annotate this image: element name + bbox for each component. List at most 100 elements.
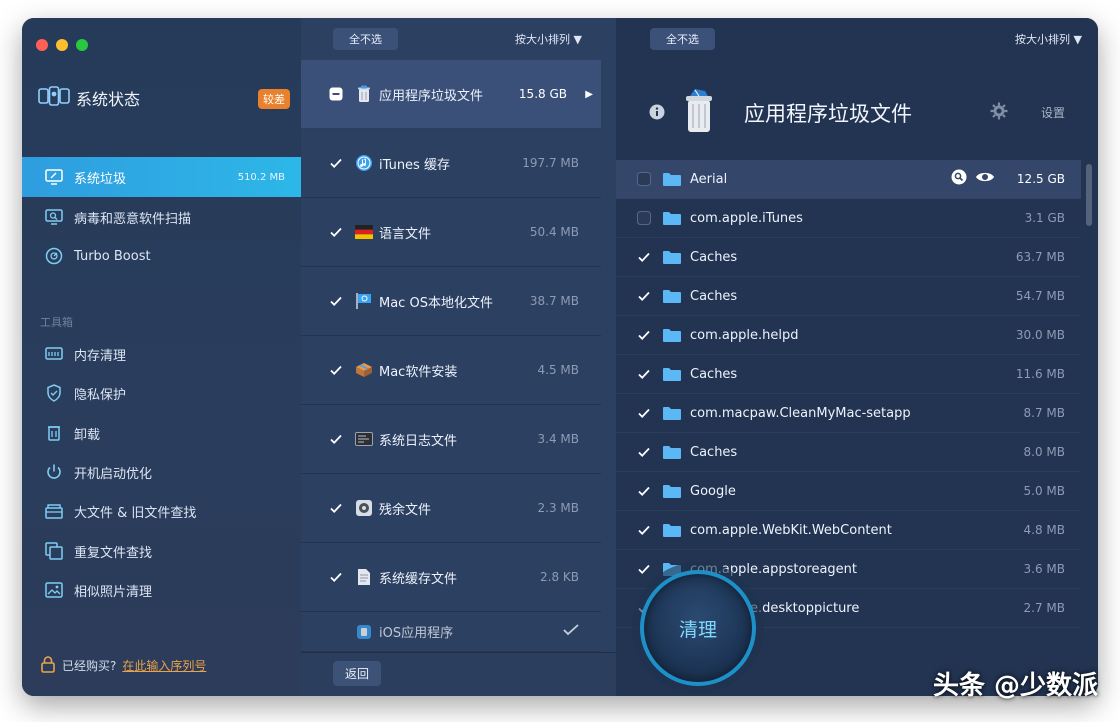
- file-row[interactable]: Google 5.0 MB: [616, 472, 1081, 511]
- category-size: 50.4 MB: [529, 225, 579, 239]
- settings-link[interactable]: 设置: [1041, 104, 1065, 121]
- deselect-all-button[interactable]: 全不选: [333, 28, 398, 50]
- sidebar-item-malware-scan[interactable]: 病毒和恶意软件扫描: [22, 197, 301, 237]
- file-size: 3.1 GB: [1024, 211, 1065, 225]
- close-window-button[interactable]: [36, 39, 48, 51]
- junk-size: 510.2 MB: [237, 171, 285, 183]
- shield-icon: [44, 383, 64, 403]
- file-row[interactable]: com.macpaw.CleanMyMac-setapp 8.7 MB: [616, 394, 1081, 433]
- app-window: 系统状态 较差 系统垃圾 510.2 MB 病毒和恶意软件扫描 Turbo Bo…: [22, 18, 1098, 696]
- category-size: 2.3 MB: [537, 501, 579, 515]
- file-cabinet-icon: [44, 501, 64, 521]
- magnifier-icon[interactable]: [951, 169, 967, 189]
- category-row[interactable]: iTunes 缓存 197.7 MB: [301, 129, 601, 198]
- file-row[interactable]: com.apple.WebKit.WebContent 4.8 MB: [616, 511, 1081, 550]
- file-name: Google: [690, 483, 736, 499]
- category-row[interactable]: 语言文件 50.4 MB: [301, 198, 601, 267]
- checkbox[interactable]: [329, 432, 343, 446]
- deselect-all-button[interactable]: 全不选: [650, 28, 715, 50]
- detail-header: 应用程序垃圾文件 设置: [616, 78, 1098, 148]
- eye-icon[interactable]: [975, 170, 995, 188]
- malware-scan-icon: [44, 207, 64, 227]
- category-size: 2.8 KB: [540, 570, 579, 584]
- sidebar-item-large-old-files[interactable]: 大文件 & 旧文件查找: [22, 491, 301, 531]
- file-name: Caches: [690, 444, 738, 460]
- file-name: com.macpaw.CleanMyMac-setapp: [690, 405, 911, 421]
- sidebar-item-privacy[interactable]: 隐私保护: [22, 373, 301, 413]
- back-button[interactable]: 返回: [333, 661, 382, 686]
- checkbox[interactable]: [637, 289, 651, 303]
- checkbox[interactable]: [637, 328, 651, 342]
- file-size: 8.7 MB: [1023, 406, 1065, 420]
- sidebar-item-system-junk[interactable]: 系统垃圾 510.2 MB: [22, 157, 301, 197]
- file-row[interactable]: Caches 54.7 MB: [616, 277, 1081, 316]
- file-row[interactable]: com.apple.iTunes 3.1 GB: [616, 199, 1081, 238]
- checkbox[interactable]: [637, 523, 651, 537]
- gear-icon[interactable]: [990, 102, 1008, 124]
- sidebar-item-label: 系统垃圾: [74, 171, 127, 187]
- checkmark-icon: [563, 623, 579, 640]
- clean-button[interactable]: 清理: [640, 570, 756, 686]
- scrollbar[interactable]: [1086, 164, 1092, 226]
- file-size: 5.0 MB: [1023, 484, 1065, 498]
- category-row[interactable]: 应用程序垃圾文件 15.8 GB ▶: [301, 60, 601, 129]
- sidebar-item-memory-clean[interactable]: 内存清理: [22, 334, 301, 374]
- checkbox[interactable]: [637, 562, 651, 576]
- category-row[interactable]: 系统日志文件 3.4 MB: [301, 405, 601, 474]
- category-row[interactable]: iOS应用程序: [301, 612, 601, 652]
- checkbox[interactable]: [329, 570, 343, 584]
- sidebar: 系统状态 较差 系统垃圾 510.2 MB 病毒和恶意软件扫描 Turbo Bo…: [22, 18, 301, 696]
- system-status[interactable]: 系统状态: [38, 86, 140, 110]
- category-row[interactable]: Mac OS本地化文件 38.7 MB: [301, 267, 601, 336]
- sidebar-item-turbo-boost[interactable]: Turbo Boost: [22, 236, 301, 276]
- folder-icon: [663, 289, 681, 303]
- file-row[interactable]: Caches 11.6 MB: [616, 355, 1081, 394]
- checkbox[interactable]: [637, 250, 651, 264]
- partial-checkbox[interactable]: [329, 87, 343, 101]
- checkbox[interactable]: [637, 484, 651, 498]
- category-label: 系统日志文件: [379, 433, 458, 449]
- trash-icon: [682, 88, 716, 138]
- checkbox[interactable]: [637, 445, 651, 459]
- sidebar-item-label: 内存清理: [74, 348, 127, 364]
- sort-by-size-button[interactable]: 按大小排列 ▼: [515, 31, 582, 47]
- checkbox[interactable]: [329, 225, 343, 239]
- sidebar-item-uninstall[interactable]: 卸载: [22, 413, 301, 453]
- checkbox[interactable]: [637, 172, 651, 186]
- file-row[interactable]: Aerial 12.5 GB: [616, 160, 1081, 199]
- file-row[interactable]: com.apple.helpd 30.0 MB: [616, 316, 1081, 355]
- checkbox[interactable]: [329, 625, 343, 639]
- file-row[interactable]: Caches 8.0 MB: [616, 433, 1081, 472]
- enter-serial-link[interactable]: 在此输入序列号: [122, 657, 206, 674]
- category-row[interactable]: 系统缓存文件 2.8 KB: [301, 543, 601, 612]
- window-controls: [36, 39, 88, 51]
- sidebar-item-similar-photos[interactable]: 相似照片清理: [22, 570, 301, 610]
- checkbox[interactable]: [329, 501, 343, 515]
- sidebar-item-startup-optimize[interactable]: 开机启动优化: [22, 452, 301, 492]
- leftover-files-icon: [353, 497, 375, 519]
- checkbox[interactable]: [637, 406, 651, 420]
- category-row[interactable]: Mac软件安装 4.5 MB: [301, 336, 601, 405]
- category-row[interactable]: 残余文件 2.3 MB: [301, 474, 601, 543]
- checkbox[interactable]: [329, 156, 343, 170]
- file-row[interactable]: Caches 63.7 MB: [616, 238, 1081, 277]
- file-name: Caches: [690, 249, 738, 265]
- file-size: 3.6 MB: [1023, 562, 1065, 576]
- document-icon: [353, 566, 375, 588]
- info-icon[interactable]: [649, 104, 665, 124]
- category-size: 15.8 GB: [518, 87, 567, 101]
- sidebar-item-duplicate-finder[interactable]: 重复文件查找: [22, 531, 301, 571]
- category-label: iOS应用程序: [379, 626, 454, 641]
- file-name: com.apple.WebKit.WebContent: [690, 522, 892, 538]
- minimize-window-button[interactable]: [56, 39, 68, 51]
- file-size: 12.5 GB: [1016, 172, 1065, 186]
- status-badge: 较差: [258, 89, 290, 109]
- zoom-window-button[interactable]: [76, 39, 88, 51]
- checkbox[interactable]: [637, 211, 651, 225]
- checkbox[interactable]: [637, 367, 651, 381]
- category-list-panel: 全不选 按大小排列 ▼ 应用程序垃圾文件 15.8 GB ▶ iTunes 缓存…: [301, 18, 616, 696]
- checkbox[interactable]: [329, 294, 343, 308]
- checkbox[interactable]: [329, 363, 343, 377]
- sort-by-size-button[interactable]: 按大小排列 ▼: [1015, 31, 1082, 47]
- file-size: 63.7 MB: [1015, 250, 1065, 264]
